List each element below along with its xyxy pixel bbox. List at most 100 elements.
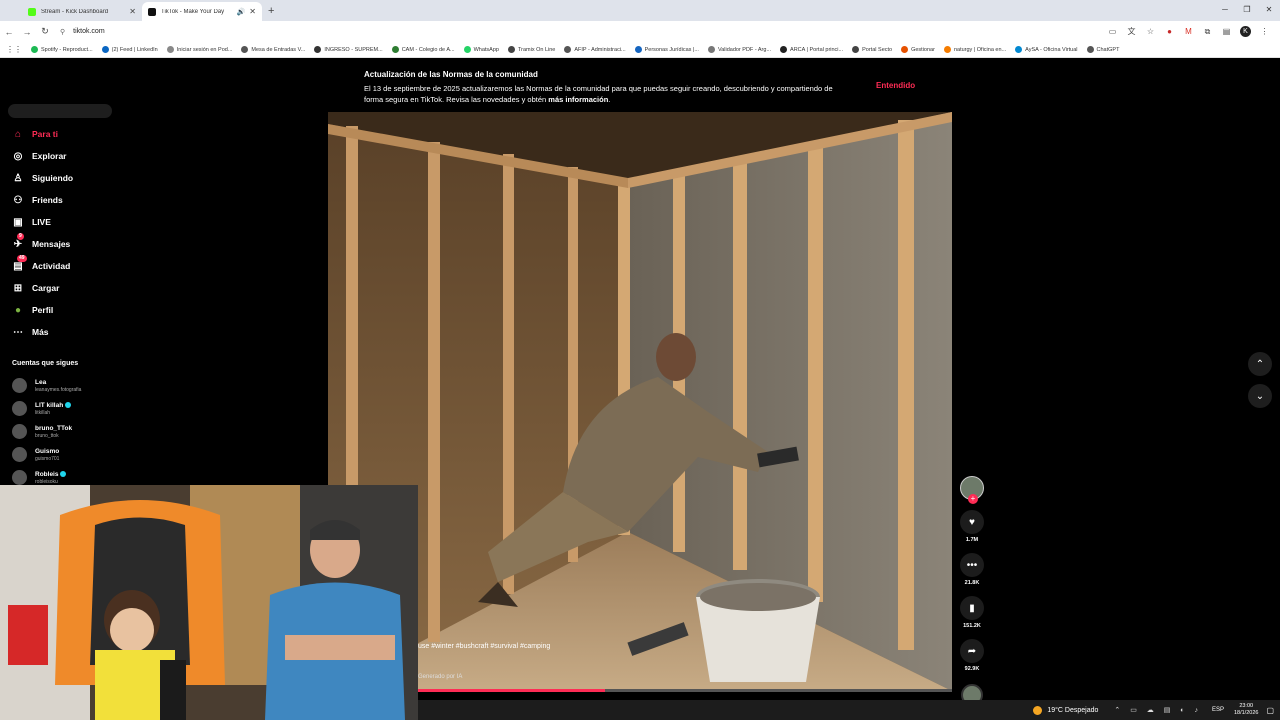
bookmarks-bar: ⋮⋮ Spotify - Reproduct... (2) Feed | Link… bbox=[0, 42, 1280, 58]
creator-avatar[interactable]: + bbox=[960, 476, 984, 504]
like-action[interactable]: ♥ 1.7M bbox=[958, 510, 986, 543]
clock-date: 18/1/2026 bbox=[1233, 710, 1259, 716]
next-video-button[interactable]: ⌄ bbox=[1248, 384, 1272, 408]
sidebar-item-compass[interactable]: ◎ Explorar bbox=[12, 150, 67, 162]
new-tab-button[interactable]: + bbox=[268, 2, 274, 21]
profile-icon: ● bbox=[14, 304, 22, 316]
cast-icon[interactable]: ▭ bbox=[1103, 27, 1122, 36]
bookmark-item[interactable]: INGRESO - SUPREM... bbox=[314, 46, 383, 53]
heart-icon[interactable]: ♥ bbox=[960, 510, 984, 534]
avatar bbox=[12, 378, 27, 393]
bookmark-item[interactable]: CAM - Colegio de A... bbox=[391, 46, 455, 53]
tab-tiktok[interactable]: TikTok - Make Your Day 🔊 ✕ bbox=[142, 2, 262, 21]
sidebar-item-label: Para ti bbox=[32, 129, 58, 139]
following-account[interactable]: bruno_TTok bruno_ttok bbox=[12, 424, 72, 439]
share-action[interactable]: ➦ 92.9K bbox=[958, 639, 986, 672]
bookmark-label: ChatGPT bbox=[1096, 46, 1120, 53]
bookmark-item[interactable]: Gestionar bbox=[901, 46, 935, 53]
more-info-link[interactable]: más información bbox=[548, 95, 608, 104]
weather-widget[interactable]: 19°C Despejado bbox=[1033, 705, 1098, 715]
bookmark-item[interactable]: Portal Secto bbox=[852, 46, 892, 53]
following-account[interactable]: Guismo guismo701 bbox=[12, 447, 59, 462]
bookmark-item[interactable]: Tramix On Line bbox=[507, 46, 555, 53]
bookmark-icon[interactable]: ▮ bbox=[960, 596, 984, 620]
save-action[interactable]: ▮ 151.2K bbox=[958, 596, 986, 629]
avatar bbox=[12, 447, 27, 462]
bookmark-label: Portal Secto bbox=[862, 46, 893, 53]
language-indicator[interactable]: ESP bbox=[1212, 707, 1224, 713]
bookmark-favicon-icon bbox=[780, 46, 788, 53]
windows-taskbar: 19°C Despejado ⌃ ▭ ☁ ▤ ◐ ♪ ESP 23:00 18/… bbox=[418, 700, 1280, 720]
profile-avatar[interactable]: K bbox=[1236, 26, 1255, 37]
sidebar-item-live[interactable]: ▣ LIVE bbox=[12, 216, 51, 228]
extension-red-icon[interactable]: ● bbox=[1160, 27, 1179, 36]
bookmark-item[interactable]: naturgy | Oficina en... bbox=[943, 46, 1006, 53]
share-icon[interactable]: ➦ bbox=[960, 639, 984, 663]
clock[interactable]: 23:00 18/1/2026 bbox=[1234, 703, 1258, 717]
video-player[interactable] bbox=[328, 112, 952, 691]
split-view-icon[interactable]: ▤ bbox=[1217, 27, 1236, 36]
bookmark-item[interactable]: ARCA | Portal princi... bbox=[780, 46, 843, 53]
speaker-icon[interactable]: 🔊 bbox=[237, 8, 246, 16]
notification-badge: 49 bbox=[17, 255, 27, 262]
friends-icon: ⚇ bbox=[13, 194, 23, 206]
translate-icon[interactable]: 文 bbox=[1122, 26, 1141, 37]
bookmark-item[interactable]: WhatsApp bbox=[463, 46, 499, 53]
sidebar-item-following[interactable]: ♙ Siguiendo bbox=[12, 172, 74, 184]
messages-icon: ✈ 9 bbox=[13, 233, 24, 250]
forward-icon[interactable]: → bbox=[18, 27, 36, 37]
sidebar-item-friends[interactable]: ⚇ Friends bbox=[12, 194, 63, 206]
account-text: Lea leanaymes.fotografia bbox=[35, 379, 81, 393]
gmail-icon[interactable]: M bbox=[1179, 27, 1198, 36]
bookmark-item[interactable]: Spotify - Reproduct... bbox=[31, 46, 93, 53]
bookmark-favicon-icon bbox=[166, 46, 174, 53]
following-account[interactable]: Robleis robleisoku bbox=[12, 470, 67, 485]
sidebar-item-upload[interactable]: ⊞ Cargar bbox=[12, 282, 60, 294]
bookmark-label: Iniciar sesión en Pod... bbox=[176, 46, 233, 53]
site-info-icon[interactable]: ⚲ bbox=[60, 28, 65, 36]
video-caption[interactable]: use #winter #bushcraft #survival #campin… bbox=[418, 643, 550, 650]
bookmark-item[interactable]: Mesa de Entradas V... bbox=[241, 46, 305, 53]
video-progress-bar[interactable] bbox=[418, 689, 952, 692]
following-account[interactable]: LIT killah litkillah bbox=[12, 401, 72, 416]
account-name-text: Lea bbox=[35, 378, 47, 386]
account-text: Robleis robleisoku bbox=[35, 471, 67, 485]
bookmark-item[interactable]: (2) Feed | LinkedIn bbox=[101, 46, 158, 53]
bookmark-item[interactable]: AFIP - Administraci... bbox=[564, 46, 626, 53]
bookmark-item[interactable]: Iniciar sesión en Pod... bbox=[166, 46, 233, 53]
close-window-icon[interactable]: ✕ bbox=[1258, 0, 1280, 21]
reload-icon[interactable]: ↻ bbox=[36, 26, 54, 37]
sidebar-item-more[interactable]: ⋯ Más bbox=[12, 326, 49, 338]
follow-plus-icon[interactable]: + bbox=[968, 494, 978, 504]
minimize-icon[interactable]: ─ bbox=[1214, 0, 1236, 21]
url-field[interactable]: ⚲ tiktok.com bbox=[60, 28, 1103, 36]
extensions-icon[interactable]: ⧉ bbox=[1198, 27, 1217, 37]
account-name-text: LIT killah bbox=[35, 401, 64, 409]
sidebar-item-messages[interactable]: ✈ 9 Mensajes bbox=[12, 233, 70, 250]
bookmark-item[interactable]: Personas Jurídicas |... bbox=[634, 46, 699, 53]
close-tab-icon[interactable]: ✕ bbox=[249, 7, 256, 16]
menu-kebab-icon[interactable]: ⋮ bbox=[1255, 27, 1274, 36]
notification-icon[interactable]: ▢ bbox=[1266, 706, 1274, 715]
bookmark-item[interactable]: ChatGPT bbox=[1086, 46, 1120, 53]
system-tray-icons[interactable]: ⌃ ▭ ☁ ▤ ◐ ♪ bbox=[1114, 706, 1202, 714]
bookmark-item[interactable]: Validador PDF - Arg... bbox=[707, 46, 771, 53]
bookmark-star-icon[interactable]: ☆ bbox=[1141, 27, 1160, 36]
bookmark-item[interactable]: AySA - Oficina Virtual bbox=[1015, 46, 1078, 53]
account-name-text: bruno_TTok bbox=[35, 424, 73, 432]
comment-action[interactable]: ••• 21.8K bbox=[958, 553, 986, 586]
back-icon[interactable]: ← bbox=[0, 27, 18, 37]
previous-video-button[interactable]: ⌃ bbox=[1248, 352, 1272, 376]
search-input[interactable] bbox=[8, 104, 112, 118]
tab-kick-dashboard[interactable]: Stream - Kick Dashboard ✕ bbox=[22, 2, 142, 21]
maximize-icon[interactable]: ❐ bbox=[1236, 0, 1258, 21]
sidebar-item-home[interactable]: ⌂ Para ti bbox=[12, 128, 58, 140]
sidebar-item-activity[interactable]: ▤ 49 Actividad bbox=[12, 255, 70, 272]
following-title: Cuentas que sigues bbox=[12, 360, 79, 367]
sidebar-item-profile[interactable]: ● Perfil bbox=[12, 304, 53, 316]
understood-button[interactable]: Entendido bbox=[876, 81, 915, 90]
close-tab-icon[interactable]: ✕ bbox=[129, 7, 136, 16]
comment-icon[interactable]: ••• bbox=[960, 553, 984, 577]
apps-grid-icon[interactable]: ⋮⋮ bbox=[6, 45, 22, 54]
following-account[interactable]: Lea leanaymes.fotografia bbox=[12, 378, 81, 393]
